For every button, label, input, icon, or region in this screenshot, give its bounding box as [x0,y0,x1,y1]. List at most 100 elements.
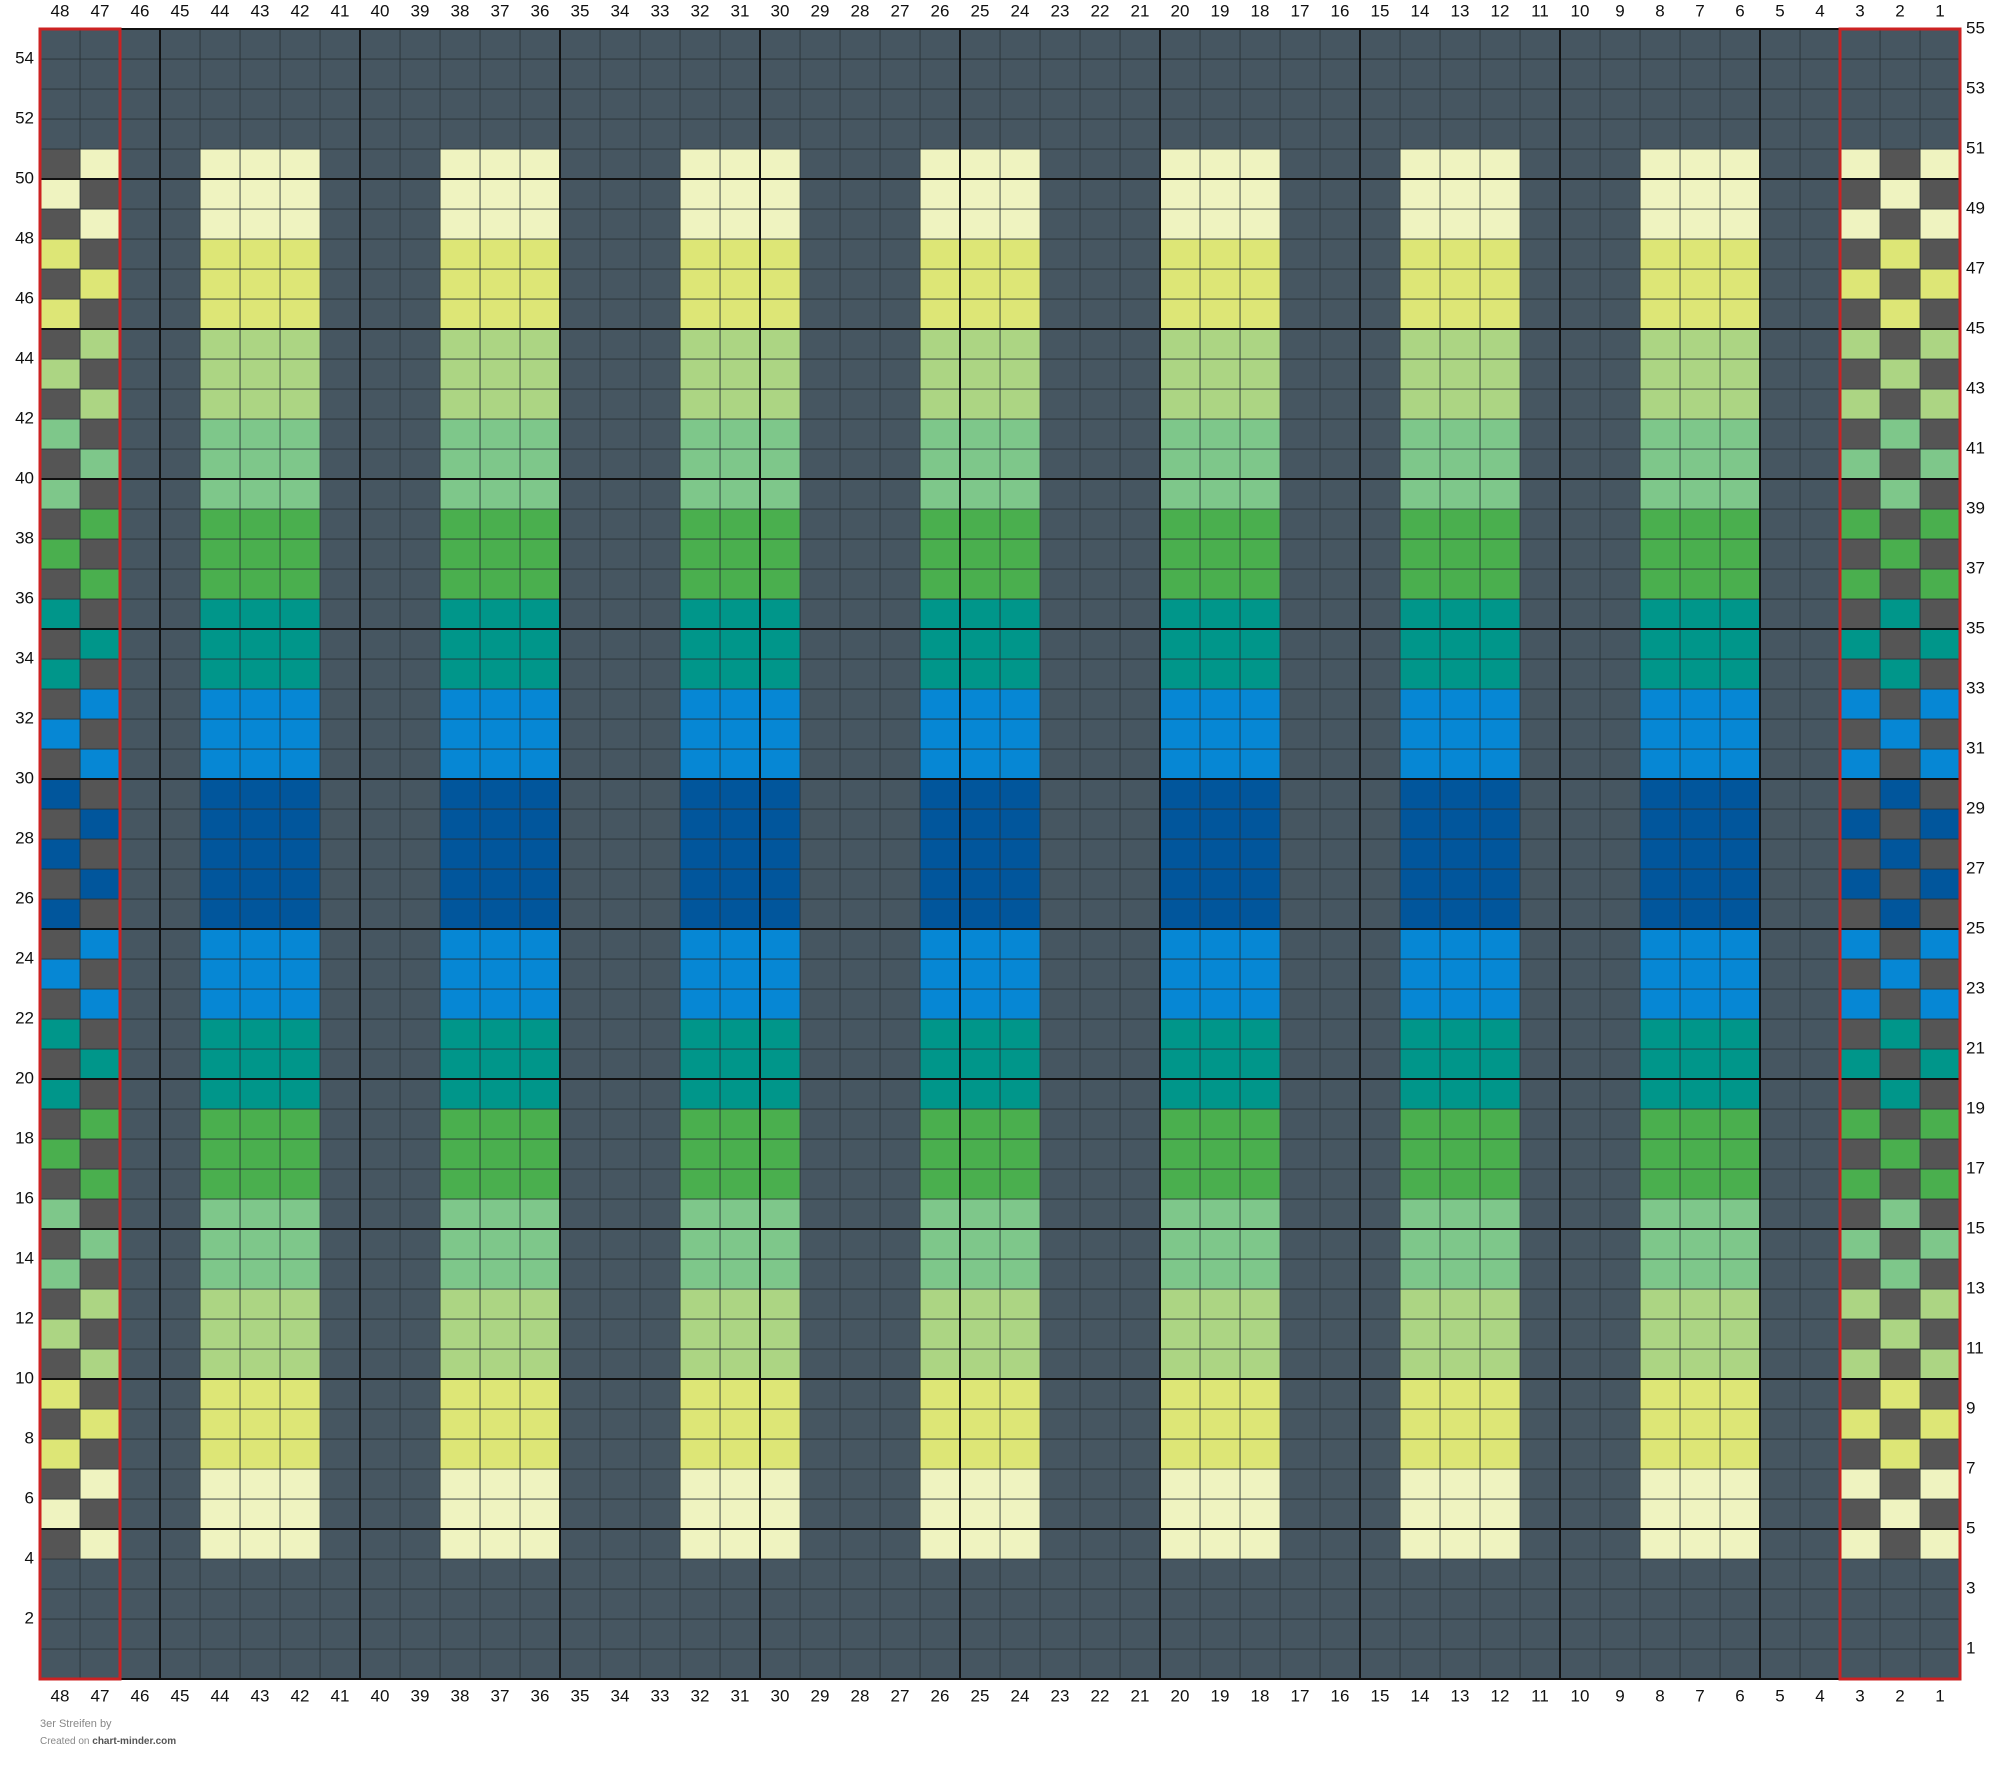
chart-cell [319,1318,361,1350]
chart-cell [879,28,921,60]
column-label-top: 46 [131,1,150,20]
chart-cell [639,538,681,570]
chart-cell [919,568,961,600]
chart-cell [1359,958,1401,990]
chart-cell [279,178,321,210]
chart-cell [279,1168,321,1200]
chart-cell [1679,1018,1721,1050]
chart-cell [1399,1498,1441,1530]
chart-cell [319,1198,361,1230]
chart-cell [199,358,241,390]
chart-cell [1879,58,1921,90]
chart-cell [879,628,921,660]
chart-cell [1439,1108,1481,1140]
column-label-bottom: 36 [531,1686,550,1705]
chart-cell [399,208,441,240]
chart-cell [1239,658,1281,690]
chart-cell [559,1258,601,1290]
chart-cell [1919,1018,1961,1050]
chart-cell [359,568,401,600]
chart-cell [1479,1498,1521,1530]
chart-cell [599,1498,641,1530]
chart-cell [119,298,161,330]
chart-cell [119,28,161,60]
chart-cell [319,1258,361,1290]
chart-cell [1279,898,1321,930]
chart-cell [1759,1258,1801,1290]
chart-cell [39,1378,81,1410]
chart-cell [359,1618,401,1650]
chart-cell [879,1138,921,1170]
chart-cell [1679,1408,1721,1440]
chart-cell [1639,418,1681,450]
chart-cell [1119,448,1161,480]
chart-cell [359,1078,401,1110]
chart-cell [1759,448,1801,480]
chart-cell [559,598,601,630]
column-label-bottom: 46 [131,1686,150,1705]
chart-cell [1119,598,1161,630]
chart-cell [1119,1648,1161,1680]
chart-cell [879,1108,921,1140]
chart-cell [1879,1588,1921,1620]
chart-cell [1719,28,1761,60]
chart-cell [1439,718,1481,750]
chart-cell [79,658,121,690]
chart-cell [359,448,401,480]
chart-cell [919,178,961,210]
chart-cell [1159,538,1201,570]
chart-cell [1199,928,1241,960]
chart-cell [159,148,201,180]
chart-cell [1639,118,1681,150]
chart-cell [1839,178,1881,210]
chart-cell [639,268,681,300]
chart-cell [399,1498,441,1530]
column-label-bottom: 41 [331,1686,350,1705]
chart-cell [1199,1318,1241,1350]
chart-cell [119,1258,161,1290]
chart-cell [799,718,841,750]
chart-cell [119,928,161,960]
chart-cell [199,328,241,360]
chart-cell [799,1558,841,1590]
chart-cell [79,1648,121,1680]
chart-cell [1039,928,1081,960]
chart-cell [1399,1408,1441,1440]
chart-cell [399,1318,441,1350]
chart-cell [1439,478,1481,510]
chart-cell [1799,1468,1841,1500]
chart-cell [239,838,281,870]
chart-cell [199,778,241,810]
chart-cell [1599,418,1641,450]
chart-cell [999,1228,1041,1260]
chart-cell [1919,1648,1961,1680]
chart-cell [1919,748,1961,780]
chart-cell [919,1108,961,1140]
chart-cell [439,1258,481,1290]
chart-cell [359,688,401,720]
chart-cell [959,1018,1001,1050]
chart-cell [559,208,601,240]
chart-cell [599,1018,641,1050]
chart-cell [359,28,401,60]
chart-cell [199,1108,241,1140]
chart-cell [1759,1078,1801,1110]
chart-cell [1039,898,1081,930]
chart-cell [1039,1348,1081,1380]
chart-cell [359,1438,401,1470]
chart-cell [399,928,441,960]
chart-cell [879,1648,921,1680]
credit-site-link[interactable]: chart-minder.com [92,1736,176,1747]
chart-cell [519,418,561,450]
chart-cell [1399,1018,1441,1050]
chart-cell [39,1528,81,1560]
chart-cell [879,1198,921,1230]
chart-cell [479,1048,521,1080]
chart-cell [1759,1618,1801,1650]
chart-cell [1799,898,1841,930]
chart-cell [1519,238,1561,270]
chart-cell [1479,718,1521,750]
chart-cell [399,328,441,360]
chart-cell [599,898,641,930]
chart-cell [639,598,681,630]
